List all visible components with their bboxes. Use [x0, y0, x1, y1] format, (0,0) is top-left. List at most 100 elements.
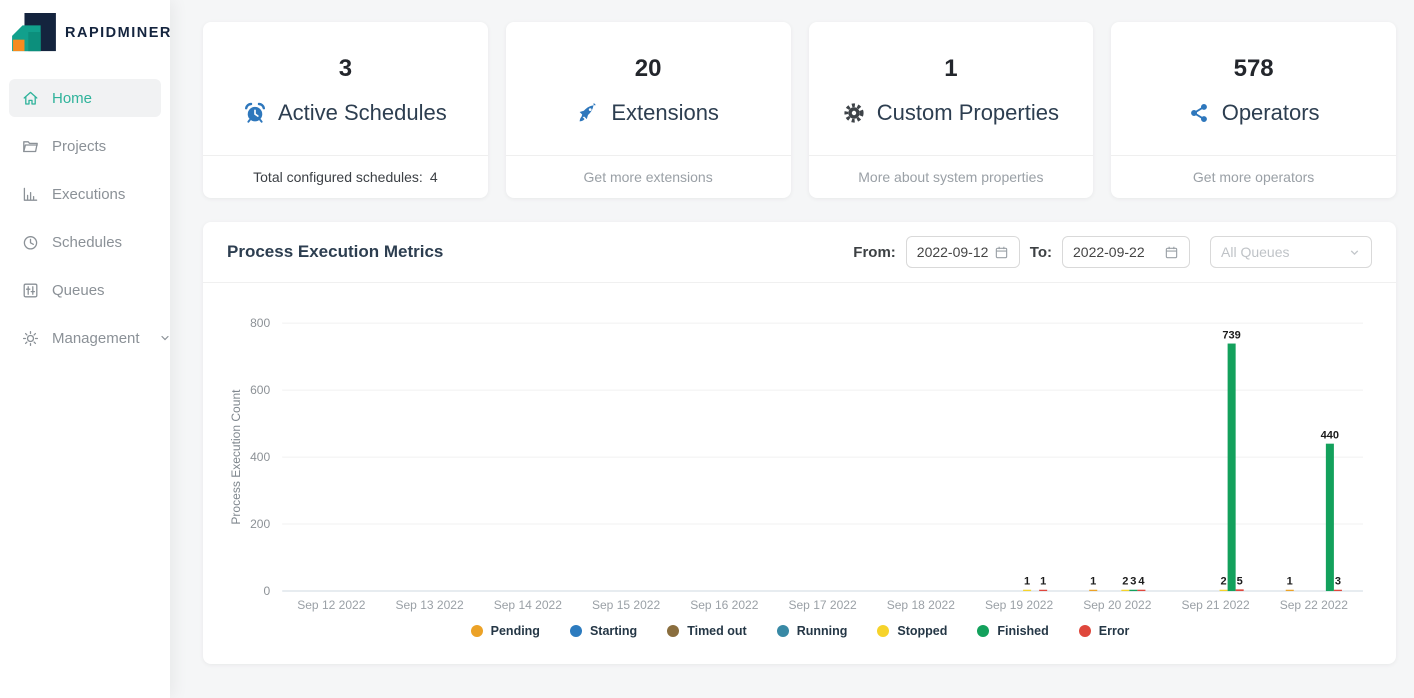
card-footer-text: More about system properties — [858, 169, 1043, 185]
process-execution-bar-chart: 0200400600800Process Execution CountSep … — [224, 291, 1376, 616]
legend-item-error[interactable]: Error — [1079, 624, 1130, 638]
svg-text:1: 1 — [1024, 576, 1030, 588]
chart-filters: From: 2022-09-12 To: 2022-09-22 — [853, 236, 1372, 268]
panel-header: Process Execution Metrics From: 2022-09-… — [203, 222, 1396, 282]
chart-area: 0200400600800Process Execution CountSep … — [203, 283, 1396, 664]
svg-text:Sep 21 2022: Sep 21 2022 — [1181, 598, 1250, 612]
card-body: 578 Operators — [1111, 22, 1396, 155]
stat-cards-row: 3 Active Schedules Total configured schedu… — [203, 22, 1396, 198]
svg-text:Process Execution Count: Process Execution Count — [229, 389, 243, 525]
card-value: 3 — [339, 55, 352, 83]
legend-color-dot — [877, 625, 889, 637]
svg-text:Sep 14 2022: Sep 14 2022 — [494, 598, 563, 612]
queues-sliders-icon — [22, 282, 39, 299]
queues-select[interactable]: All Queues — [1210, 236, 1372, 268]
sidebar-item-projects[interactable]: Projects — [9, 127, 161, 165]
card-footer-link[interactable]: More about system properties — [809, 155, 1094, 198]
card-title-row: Extensions — [577, 100, 719, 126]
svg-text:1: 1 — [1090, 576, 1096, 588]
card-title-row: Operators — [1188, 100, 1320, 126]
legend-label: Starting — [590, 624, 637, 638]
calendar-icon — [994, 245, 1009, 260]
legend-color-dot — [777, 625, 789, 637]
svg-text:800: 800 — [250, 316, 270, 330]
legend-item-pending[interactable]: Pending — [471, 624, 540, 638]
legend-color-dot — [667, 625, 679, 637]
card-value: 1 — [944, 55, 957, 83]
legend-item-stopped[interactable]: Stopped — [877, 624, 947, 638]
svg-text:600: 600 — [250, 383, 270, 397]
svg-text:Sep 20 2022: Sep 20 2022 — [1083, 598, 1152, 612]
from-date-input[interactable]: 2022-09-12 — [906, 236, 1020, 268]
svg-text:3: 3 — [1130, 576, 1136, 588]
card-body: 20Extensions — [506, 22, 791, 155]
rapidminer-logo[interactable]: RAPIDMINER — [0, 0, 170, 63]
card-label: Custom Properties — [877, 100, 1059, 126]
alarm-clock-icon — [244, 102, 266, 124]
legend-label: Finished — [997, 624, 1048, 638]
svg-text:739: 739 — [1222, 330, 1240, 342]
sidebar-item-label: Projects — [52, 138, 106, 155]
to-label: To: — [1030, 244, 1052, 261]
sidebar: RAPIDMINER Home Projects Executions Schedul… — [0, 0, 170, 698]
legend-color-dot — [1079, 625, 1091, 637]
svg-text:1: 1 — [1287, 576, 1293, 588]
card-title-row: Active Schedules — [244, 100, 447, 126]
sidebar-item-management[interactable]: Management — [9, 319, 161, 357]
brand-name: RAPIDMINER — [65, 25, 172, 41]
svg-text:3: 3 — [1335, 576, 1341, 588]
sidebar-item-schedules[interactable]: Schedules — [9, 223, 161, 261]
from-label: From: — [853, 244, 896, 261]
svg-text:2: 2 — [1122, 576, 1128, 588]
legend-label: Error — [1099, 624, 1130, 638]
svg-text:1: 1 — [1040, 576, 1046, 588]
chevron-down-icon — [159, 332, 171, 344]
card-footer-link[interactable]: Get more extensions — [506, 155, 791, 198]
card-footer-text: Get more operators — [1193, 169, 1314, 185]
legend-item-finished[interactable]: Finished — [977, 624, 1048, 638]
sidebar-item-label: Schedules — [52, 234, 122, 251]
legend-color-dot — [471, 625, 483, 637]
legend-label: Pending — [491, 624, 540, 638]
card-footer-link[interactable]: Get more operators — [1111, 155, 1396, 198]
chevron-down-icon — [1348, 246, 1361, 259]
svg-text:Sep 16 2022: Sep 16 2022 — [690, 598, 759, 612]
legend-label: Timed out — [687, 624, 747, 638]
svg-text:Sep 22 2022: Sep 22 2022 — [1280, 598, 1349, 612]
svg-text:4: 4 — [1138, 576, 1145, 588]
card-footer-text: Get more extensions — [584, 169, 713, 185]
sidebar-item-label: Management — [52, 330, 140, 347]
gear-solid-icon — [843, 102, 865, 124]
legend-item-running[interactable]: Running — [777, 624, 848, 638]
svg-text:Sep 19 2022: Sep 19 2022 — [985, 598, 1054, 612]
card-label: Active Schedules — [278, 100, 447, 126]
sidebar-item-label: Executions — [52, 186, 125, 203]
sidebar-item-executions[interactable]: Executions — [9, 175, 161, 213]
svg-text:440: 440 — [1321, 430, 1339, 442]
svg-text:200: 200 — [250, 517, 270, 531]
chart-legend: Pending Starting Timed out Running Stopped Fi… — [224, 624, 1376, 664]
card-footer-link: Total configured schedules:4 — [203, 155, 488, 198]
stat-card-extensions: 20Extensions Get more extensions — [506, 22, 791, 198]
sidebar-item-home[interactable]: Home — [9, 79, 161, 117]
sidebar-item-queues[interactable]: Queues — [9, 271, 161, 309]
card-value: 578 — [1234, 55, 1274, 83]
legend-item-timed-out[interactable]: Timed out — [667, 624, 747, 638]
to-date-input[interactable]: 2022-09-22 — [1062, 236, 1190, 268]
card-footer-value: 4 — [430, 169, 438, 185]
clock-icon — [22, 234, 39, 251]
card-label: Extensions — [611, 100, 719, 126]
home-icon — [22, 90, 39, 107]
card-title-row: Custom Properties — [843, 100, 1059, 126]
executions-chart-icon — [22, 186, 39, 203]
to-date-value: 2022-09-22 — [1073, 244, 1145, 260]
legend-item-starting[interactable]: Starting — [570, 624, 637, 638]
svg-text:Sep 15 2022: Sep 15 2022 — [592, 598, 661, 612]
legend-color-dot — [977, 625, 989, 637]
svg-text:5: 5 — [1237, 575, 1243, 587]
calendar-icon — [1164, 245, 1179, 260]
sidebar-item-label: Home — [52, 90, 92, 107]
queues-select-value: All Queues — [1221, 244, 1289, 260]
panel-title: Process Execution Metrics — [227, 242, 443, 262]
svg-text:0: 0 — [263, 584, 270, 598]
